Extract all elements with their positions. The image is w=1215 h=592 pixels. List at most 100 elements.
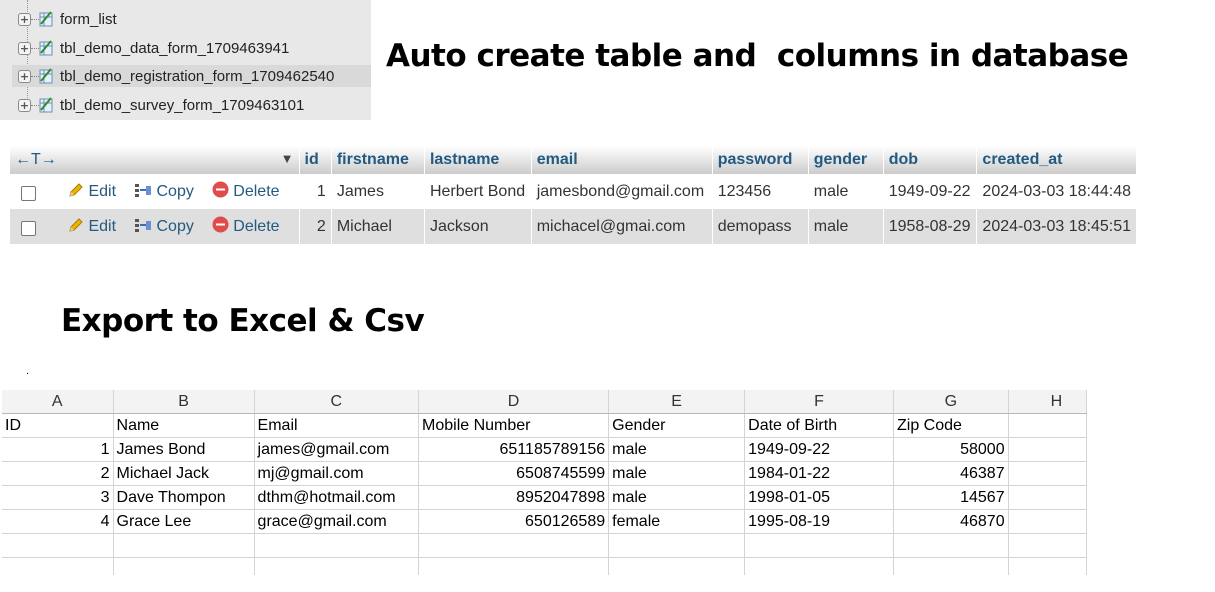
heading-auto-create: Auto create table and columns in databas… xyxy=(386,38,1129,74)
cell-created-at: 2024-03-03 18:45:51 xyxy=(976,209,1137,244)
sheet-cell-empty[interactable] xyxy=(1008,461,1087,486)
sheet-header-mobile[interactable]: Mobile Number xyxy=(418,413,610,438)
sheet-cell[interactable]: 1998-01-05 xyxy=(744,485,894,510)
expand-icon[interactable]: + xyxy=(18,98,31,112)
column-header-gender[interactable]: gender xyxy=(808,146,884,174)
sheet-cell[interactable]: 651185789156 xyxy=(418,437,610,462)
col-letter-c[interactable]: C xyxy=(254,390,420,414)
col-letter-e[interactable]: E xyxy=(608,390,746,414)
col-letter-b[interactable]: B xyxy=(113,390,255,414)
sheet-cell-empty[interactable] xyxy=(1008,413,1087,438)
copy-button[interactable]: Copy xyxy=(134,217,194,238)
sheet-cell[interactable]: male xyxy=(608,461,746,486)
sheet-header-zip[interactable]: Zip Code xyxy=(893,413,1009,438)
sheet-header-email[interactable]: Email xyxy=(254,413,420,438)
row-checkbox[interactable] xyxy=(21,220,36,236)
col-letter-h[interactable]: H xyxy=(1008,390,1087,414)
sheet-row: 3 Dave Thompon dthm@hotmail.com 89520478… xyxy=(2,485,1087,510)
cell-lastname: Jackson xyxy=(424,209,532,244)
sort-dropdown-icon[interactable]: ▼ xyxy=(281,151,294,166)
sheet-cell[interactable]: 2 xyxy=(2,461,114,486)
delete-button[interactable]: Delete xyxy=(212,181,280,203)
table-row: Edit Copy Delete 2 Michael Jackson micha… xyxy=(10,209,1137,244)
sheet-cell[interactable]: 3 xyxy=(2,485,114,510)
column-arrows-icon[interactable]: ←T→ xyxy=(15,151,57,168)
tree-item-survey-form[interactable]: + tbl_demo_survey_form_1709463101 xyxy=(15,94,370,116)
tree-item-label[interactable]: tbl_demo_data_form_1709463941 xyxy=(60,40,289,57)
sheet-cell[interactable]: James Bond xyxy=(113,437,255,462)
col-letter-g[interactable]: G xyxy=(893,390,1009,414)
tree-item-registration-form[interactable]: + tbl_demo_registration_form_1709462540 xyxy=(12,65,371,87)
tree-item-label[interactable]: form_list xyxy=(60,11,117,28)
spreadsheet-grid: A B C D E F G H ID Name Email Mobile Num… xyxy=(2,390,1087,575)
row-checkbox[interactable] xyxy=(21,185,36,201)
sheet-header-name[interactable]: Name xyxy=(113,413,255,438)
col-letter-f[interactable]: F xyxy=(744,390,894,414)
cell-dob: 1958-08-29 xyxy=(883,209,978,244)
pencil-icon xyxy=(68,182,84,203)
column-header-id[interactable]: id xyxy=(299,146,332,174)
sheet-cell-empty[interactable] xyxy=(1008,437,1087,462)
sheet-cell[interactable]: grace@gmail.com xyxy=(254,509,420,534)
cell-email: jamesbond@gmail.com xyxy=(531,174,713,209)
tree-item-data-form[interactable]: + tbl_demo_data_form_1709463941 xyxy=(15,37,370,59)
sheet-cell[interactable]: Michael Jack xyxy=(113,461,255,486)
sheet-cell-empty[interactable] xyxy=(1008,485,1087,510)
sheet-cell[interactable]: male xyxy=(608,485,746,510)
copy-button[interactable]: Copy xyxy=(134,182,194,203)
cell-created-at: 2024-03-03 18:44:48 xyxy=(976,174,1137,209)
sheet-cell-empty[interactable] xyxy=(1008,509,1087,534)
sheet-cell[interactable]: 1949-09-22 xyxy=(744,437,894,462)
sheet-header-gender[interactable]: Gender xyxy=(608,413,746,438)
tree-item-label[interactable]: tbl_demo_survey_form_1709463101 xyxy=(60,97,304,114)
sheet-cell[interactable]: 650126589 xyxy=(418,509,610,534)
delete-icon xyxy=(212,216,229,238)
column-header-email[interactable]: email xyxy=(531,146,713,174)
expand-icon[interactable]: + xyxy=(18,69,31,83)
cell-gender: male xyxy=(808,174,884,209)
expand-icon[interactable]: + xyxy=(18,12,31,26)
expand-icon[interactable]: + xyxy=(18,41,31,55)
stray-dot: . xyxy=(26,366,30,377)
sheet-header-dob[interactable]: Date of Birth xyxy=(744,413,894,438)
tree-item-form-list[interactable]: + form_list xyxy=(15,8,370,30)
sheet-cell[interactable]: 46870 xyxy=(893,509,1009,534)
table-icon xyxy=(39,40,53,56)
column-header-password[interactable]: password xyxy=(712,146,809,174)
cell-firstname: James xyxy=(331,174,425,209)
col-letter-d[interactable]: D xyxy=(418,390,610,414)
sheet-cell[interactable]: Dave Thompon xyxy=(113,485,255,510)
sheet-row: 2 Michael Jack mj@gmail.com 6508745599 m… xyxy=(2,461,1087,486)
sheet-row-empty xyxy=(2,557,1087,575)
sheet-cell[interactable]: 4 xyxy=(2,509,114,534)
sheet-cell[interactable]: male xyxy=(608,437,746,462)
column-header-lastname[interactable]: lastname xyxy=(424,146,532,174)
sheet-cell[interactable]: 14567 xyxy=(893,485,1009,510)
column-resize-controls[interactable]: ←T→ ▼ xyxy=(10,146,300,174)
sheet-cell[interactable]: Grace Lee xyxy=(113,509,255,534)
sheet-cell[interactable]: mj@gmail.com xyxy=(254,461,420,486)
sheet-cell[interactable]: dthm@hotmail.com xyxy=(254,485,420,510)
sheet-cell[interactable]: 1995-08-19 xyxy=(744,509,894,534)
sheet-cell[interactable]: 58000 xyxy=(893,437,1009,462)
column-header-dob[interactable]: dob xyxy=(883,146,978,174)
cell-password: demopass xyxy=(712,209,809,244)
sheet-cell[interactable]: 46387 xyxy=(893,461,1009,486)
sheet-cell[interactable]: 1984-01-22 xyxy=(744,461,894,486)
sheet-cell[interactable]: 1 xyxy=(2,437,114,462)
table-header-row: ←T→ ▼ id firstname lastname email passwo… xyxy=(10,146,1137,174)
sheet-header-id[interactable]: ID xyxy=(2,413,114,438)
cell-dob: 1949-09-22 xyxy=(883,174,978,209)
cell-password: 123456 xyxy=(712,174,809,209)
edit-button[interactable]: Edit xyxy=(68,182,116,203)
sheet-cell[interactable]: 6508745599 xyxy=(418,461,610,486)
column-header-firstname[interactable]: firstname xyxy=(331,146,425,174)
delete-button[interactable]: Delete xyxy=(212,216,280,238)
sheet-cell[interactable]: james@gmail.com xyxy=(254,437,420,462)
sheet-cell[interactable]: 8952047898 xyxy=(418,485,610,510)
col-letter-a[interactable]: A xyxy=(2,390,114,414)
column-header-created-at[interactable]: created_at xyxy=(976,146,1137,174)
sheet-cell[interactable]: female xyxy=(608,509,746,534)
tree-item-label[interactable]: tbl_demo_registration_form_1709462540 xyxy=(60,68,334,85)
edit-button[interactable]: Edit xyxy=(68,217,116,238)
